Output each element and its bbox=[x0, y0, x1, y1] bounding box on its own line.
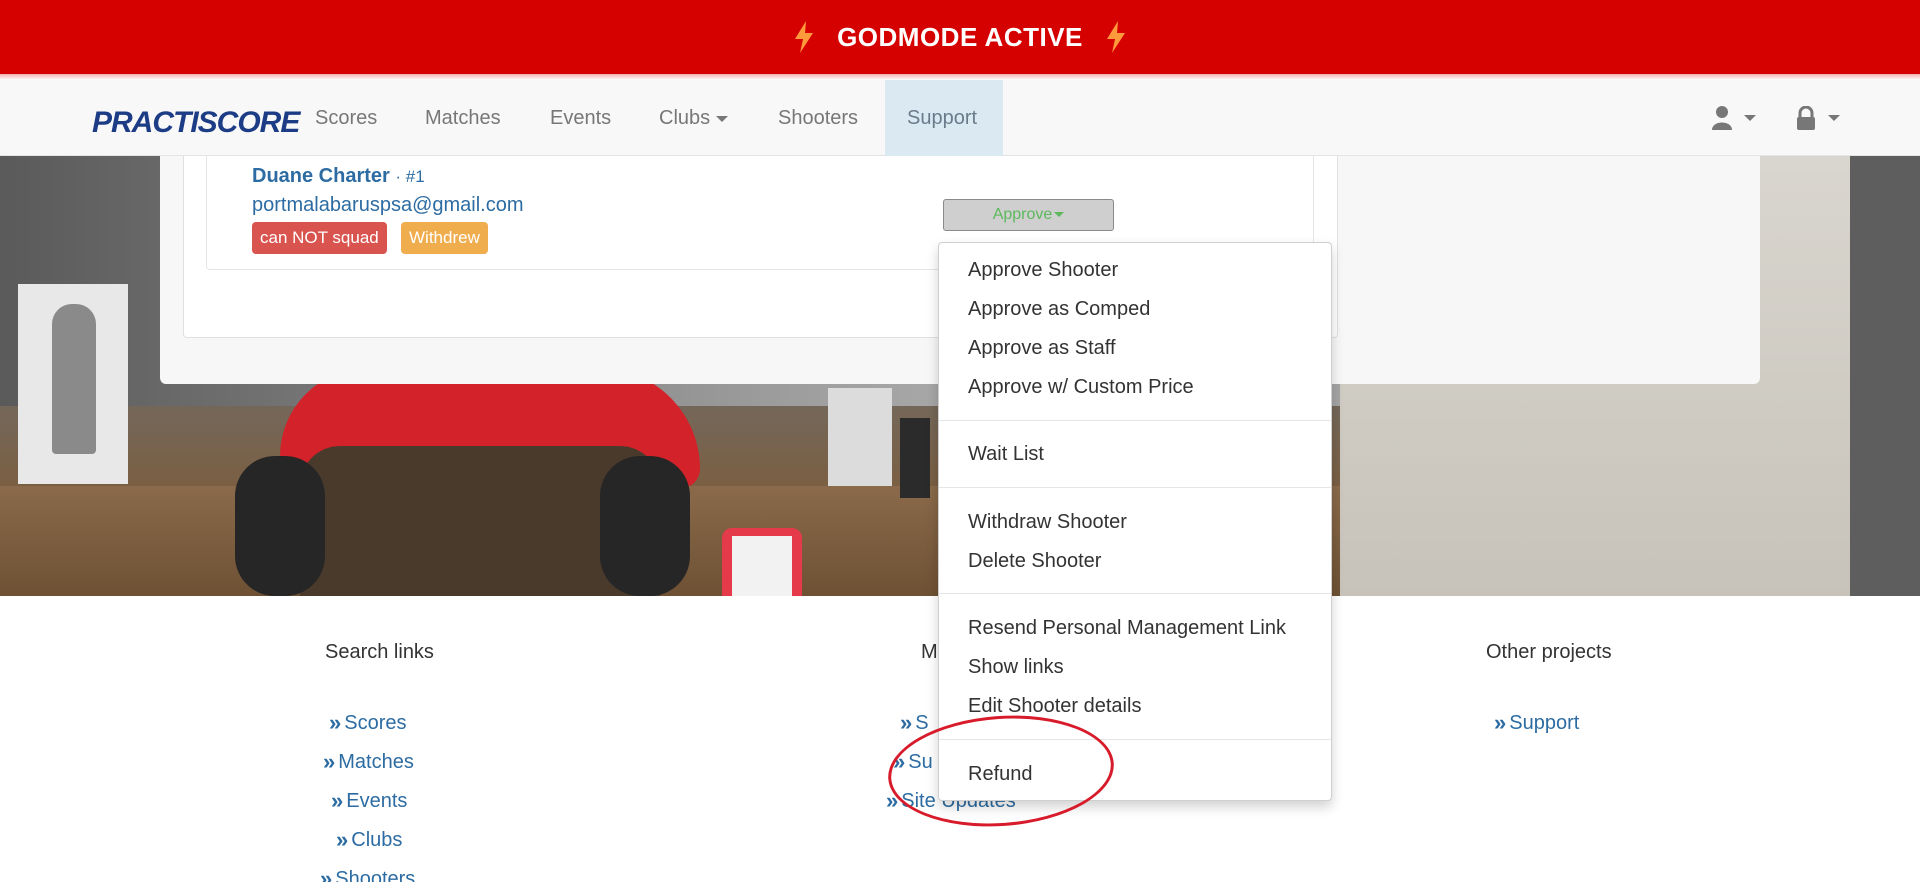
practiscore-logo[interactable]: PRACTISCORE bbox=[92, 106, 300, 140]
photo-target bbox=[18, 284, 128, 484]
photo-phone-screen bbox=[732, 536, 792, 596]
chevron-down-icon bbox=[1744, 115, 1756, 121]
footer-link-label: Shooters bbox=[335, 867, 416, 882]
chevron-down-icon bbox=[1054, 212, 1065, 218]
nav-clubs[interactable]: Clubs bbox=[637, 80, 750, 156]
nav-matches[interactable]: Matches bbox=[403, 80, 523, 156]
footer-link-scores[interactable]: » Scores bbox=[329, 710, 407, 736]
user-menu-toggle[interactable] bbox=[1712, 104, 1756, 132]
footer-link-label: Matches bbox=[338, 750, 414, 773]
footer-link-events[interactable]: » Events bbox=[331, 788, 407, 814]
nav-support[interactable]: Support bbox=[885, 80, 1003, 156]
menu-item-delete-shooter[interactable]: Delete Shooter bbox=[968, 550, 1101, 573]
footer-link-label: S bbox=[915, 711, 929, 734]
shooter-name-text: Duane Charter bbox=[252, 165, 390, 187]
menu-divider bbox=[939, 420, 1331, 421]
approve-dropdown-button[interactable]: Approve bbox=[943, 199, 1114, 231]
double-chevron-right-icon: » bbox=[336, 827, 348, 852]
double-chevron-right-icon: » bbox=[900, 710, 912, 735]
banner-title: GODMODE ACTIVE bbox=[837, 21, 1083, 52]
menu-item-wait-list[interactable]: Wait List bbox=[968, 443, 1044, 466]
chevron-down-icon bbox=[1828, 115, 1840, 121]
nav-events[interactable]: Events bbox=[528, 80, 633, 156]
nav-shooters[interactable]: Shooters bbox=[756, 80, 880, 156]
footer-link-label: Clubs bbox=[351, 828, 403, 851]
photo-edge bbox=[1850, 156, 1920, 596]
photo-target-stand bbox=[900, 418, 930, 498]
shooter-name[interactable]: Duane Charter · #1 bbox=[252, 165, 425, 188]
status-badge-cannot-squad: can NOT squad bbox=[252, 222, 387, 254]
menu-item-show-links[interactable]: Show links bbox=[968, 656, 1064, 679]
nav-clubs-label: Clubs bbox=[659, 107, 711, 129]
double-chevron-right-icon: » bbox=[331, 788, 343, 813]
menu-divider bbox=[939, 593, 1331, 594]
account-lock-toggle[interactable] bbox=[1796, 104, 1840, 132]
double-chevron-right-icon: » bbox=[320, 866, 332, 882]
footer-heading-middle: M bbox=[921, 641, 938, 663]
menu-item-edit-shooter-details[interactable]: Edit Shooter details bbox=[968, 695, 1141, 718]
footer-link-label: Scores bbox=[344, 711, 407, 734]
status-badge-withdrew: Withdrew bbox=[401, 222, 488, 254]
menu-item-withdraw-shooter[interactable]: Withdraw Shooter bbox=[968, 511, 1127, 534]
user-icon bbox=[1712, 106, 1732, 130]
lightning-bolt-icon bbox=[795, 21, 814, 53]
double-chevron-right-icon: » bbox=[329, 710, 341, 735]
double-chevron-right-icon: » bbox=[323, 749, 335, 774]
photo-phone bbox=[722, 528, 802, 596]
menu-divider bbox=[939, 487, 1331, 488]
footer-heading-other-projects: Other projects bbox=[1486, 641, 1612, 663]
shooter-number: · #1 bbox=[395, 167, 425, 186]
lock-icon bbox=[1797, 106, 1815, 130]
photo-ear-protection bbox=[235, 456, 325, 596]
chevron-down-icon bbox=[716, 115, 729, 122]
footer-link-middle-1[interactable]: » S bbox=[900, 710, 929, 736]
godmode-banner: GODMODE ACTIVE bbox=[0, 0, 1920, 74]
nav-scores[interactable]: Scores bbox=[293, 80, 399, 156]
footer-link-label: Events bbox=[346, 789, 408, 812]
menu-item-approve-shooter[interactable]: Approve Shooter bbox=[968, 259, 1118, 282]
footer-link-shooters[interactable]: » Shooters bbox=[320, 866, 415, 882]
approve-button-label: Approve bbox=[992, 206, 1053, 223]
footer-link-clubs[interactable]: » Clubs bbox=[336, 827, 402, 853]
shooter-email-link[interactable]: portmalabaruspsa@gmail.com bbox=[252, 194, 524, 217]
footer-link-label: Support bbox=[1509, 711, 1580, 734]
double-chevron-right-icon: » bbox=[1494, 710, 1506, 735]
menu-item-resend-management-link[interactable]: Resend Personal Management Link bbox=[968, 617, 1286, 640]
lightning-bolt-icon bbox=[1106, 21, 1125, 53]
footer-link-support[interactable]: » Support bbox=[1494, 710, 1579, 736]
footer-heading-search-links: Search links bbox=[325, 641, 434, 663]
photo-target bbox=[828, 388, 892, 486]
top-navbar: PRACTISCORE Scores Matches Events Clubs … bbox=[0, 80, 1920, 156]
menu-item-approve-staff[interactable]: Approve as Staff bbox=[968, 337, 1116, 360]
photo-ear-protection bbox=[600, 456, 690, 596]
menu-item-approve-custom-price[interactable]: Approve w/ Custom Price bbox=[968, 376, 1194, 399]
footer-link-matches[interactable]: » Matches bbox=[323, 749, 414, 775]
photo-target-silhouette bbox=[52, 304, 96, 454]
menu-item-approve-comped[interactable]: Approve as Comped bbox=[968, 298, 1150, 321]
